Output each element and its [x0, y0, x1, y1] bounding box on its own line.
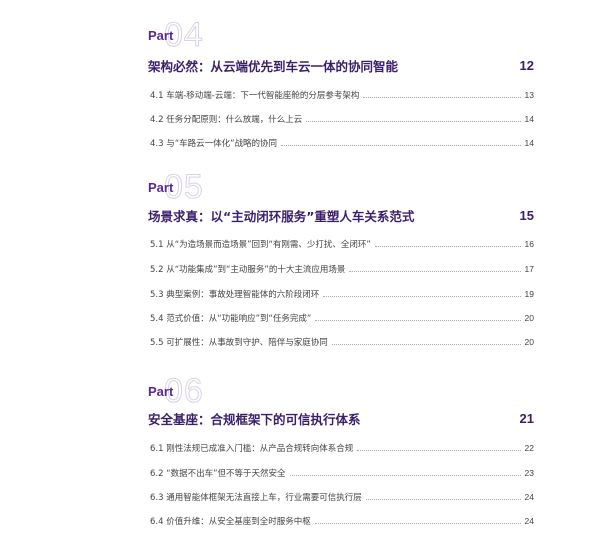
entry-title: 4.2 任务分配原则：什么放端，什么上云 [150, 115, 303, 125]
entry-page-number: 16 [524, 239, 534, 249]
chapter-title: 架构必然：从云端优先到车云一体的协同智能 [148, 58, 399, 74]
toc-entry[interactable]: 6.2 “数据不出车”但不等于天然安全 23 [150, 466, 534, 480]
dot-leader [374, 245, 521, 247]
dot-leader [315, 319, 521, 321]
chapter-heading[interactable]: 架构必然：从云端优先到车云一体的协同智能 12 [148, 56, 534, 74]
entry-page-number: 17 [524, 264, 534, 274]
dot-leader [363, 96, 521, 98]
toc-entry[interactable]: 5.1 从“为造场景而造场景”回到“有刚需、少打扰、全闭环” 16 [150, 237, 534, 251]
entry-page-number: 20 [524, 337, 534, 347]
entry-title: 5.5 可扩展性：从事故到守护、陪伴与家庭协同 [150, 338, 328, 348]
entry-title: 6.2 “数据不出车”但不等于天然安全 [150, 469, 286, 479]
entry-title: 6.1 刚性法规已成准入门槛：从产品合规转向体系合规 [150, 444, 354, 454]
dot-leader [281, 144, 521, 146]
dot-leader [357, 449, 521, 451]
dot-leader [331, 343, 521, 345]
dot-leader [365, 498, 521, 500]
entry-title: 5.4 范式价值：从“功能响应”到“任务完成” [150, 314, 312, 324]
toc-entry[interactable]: 6.1 刚性法规已成准入门槛：从产品合规转向体系合规 22 [150, 441, 534, 455]
entry-title: 6.3 通用智能体框架无法直接上车，行业需要可信执行层 [150, 493, 362, 503]
entry-page-number: 24 [524, 516, 534, 526]
entry-page-number: 23 [524, 468, 534, 478]
chapter-page-number: 15 [519, 207, 534, 223]
toc-entry[interactable]: 6.3 通用智能体框架无法直接上车，行业需要可信执行层 24 [150, 490, 534, 504]
dot-leader [349, 270, 521, 272]
toc-entry[interactable]: 4.2 任务分配原则：什么放端，什么上云 14 [150, 112, 534, 126]
entry-title: 4.1 车端-移动端-云端：下一代智能座舱的分层参考架构 [150, 91, 360, 101]
chapter-page-number: 21 [519, 410, 534, 426]
toc-entry[interactable]: 6.4 价值升维：从安全基座到全时服务中枢 24 [150, 514, 534, 528]
dot-leader [289, 474, 521, 476]
chapter-title: 安全基座：合规框架下的可信执行体系 [148, 411, 361, 427]
toc-entry[interactable]: 4.1 车端-移动端-云端：下一代智能座舱的分层参考架构 13 [150, 88, 534, 102]
toc-entry[interactable]: 4.3 与“车路云一体化”战略的协同 14 [150, 136, 534, 150]
dot-leader [306, 120, 521, 122]
entry-title: 6.4 价值升维：从安全基座到全时服务中枢 [150, 517, 311, 527]
entry-title: 4.3 与“车路云一体化”战略的协同 [150, 139, 278, 149]
entry-page-number: 20 [524, 313, 534, 323]
entry-page-number: 13 [524, 90, 534, 100]
entry-page-number: 19 [524, 289, 534, 299]
part-word: Part [148, 180, 174, 195]
entry-page-number: 14 [524, 114, 534, 124]
dot-leader [314, 522, 521, 524]
part-word: Part [148, 384, 174, 399]
part-word: Part [148, 28, 174, 43]
entry-page-number: 14 [524, 138, 534, 148]
toc-entry[interactable]: 5.4 范式价值：从“功能响应”到“任务完成” 20 [150, 311, 534, 325]
chapter-heading[interactable]: 场景求真：以“主动闭环服务”重塑人车关系范式 15 [148, 206, 534, 224]
toc-entry[interactable]: 5.2 从“功能集成”到“主动服务”的十大主流应用场景 17 [150, 262, 534, 276]
entry-page-number: 22 [524, 443, 534, 453]
dot-leader [323, 295, 521, 297]
toc-entry[interactable]: 5.3 典型案例：事故处理智能体的六阶段闭环 19 [150, 287, 534, 301]
chapter-page-number: 12 [519, 57, 534, 73]
chapter-heading[interactable]: 安全基座：合规框架下的可信执行体系 21 [148, 409, 534, 427]
entry-title: 5.2 从“功能集成”到“主动服务”的十大主流应用场景 [150, 265, 346, 275]
chapter-title: 场景求真：以“主动闭环服务”重塑人车关系范式 [148, 208, 415, 224]
toc-entry[interactable]: 5.5 可扩展性：从事故到守护、陪伴与家庭协同 20 [150, 335, 534, 349]
entry-title: 5.1 从“为造场景而造场景”回到“有刚需、少打扰、全闭环” [150, 240, 371, 250]
entry-page-number: 24 [524, 492, 534, 502]
entry-title: 5.3 典型案例：事故处理智能体的六阶段闭环 [150, 290, 320, 300]
